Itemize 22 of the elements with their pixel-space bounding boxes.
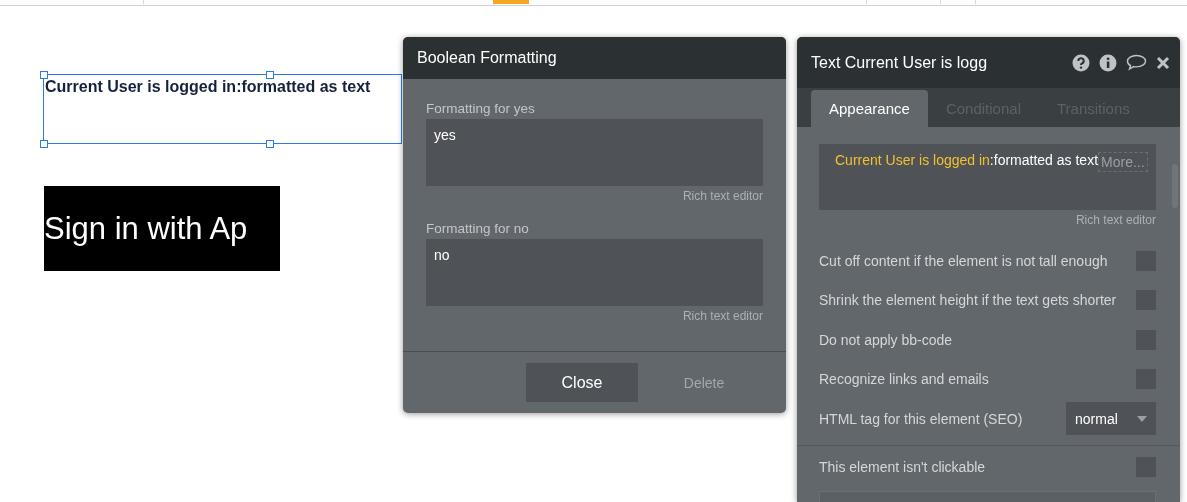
option-label: Recognize links and emails <box>819 371 989 388</box>
expression-text: Current User is logged in:formatted as text <box>835 152 1099 168</box>
field-label: Formatting for yes <box>426 101 535 116</box>
option-label: This element isn't clickable <box>819 459 986 476</box>
option-label: Do not apply bb-code <box>819 331 953 348</box>
editor-hint: Rich text editor <box>682 189 763 203</box>
editor-hint: Rich text editor <box>682 309 763 323</box>
sign-in-button[interactable]: Sign in with Ap <box>44 186 280 271</box>
tag-dropdown[interactable]: normal <box>1066 402 1156 436</box>
dialog-button[interactable]: Close <box>526 363 638 402</box>
option-label: HTML tag for this element (SEO) <box>819 410 1023 427</box>
dialog-title: Boolean Formatting <box>417 49 557 67</box>
tab[interactable]: Appearance <box>811 90 928 127</box>
field-label: Formatting for no <box>426 221 529 236</box>
editor-hint: Rich text editor <box>1075 213 1156 227</box>
rich-text-field[interactable]: yes <box>426 119 763 186</box>
expression-field[interactable]: Current User is logged in:formatted as text More... <box>819 144 1156 210</box>
option-label: Cut off content if the element is not tall enough <box>819 252 1108 269</box>
rich-text-field[interactable]: no <box>426 239 763 306</box>
panel-title: Text Current User is logg <box>811 53 989 72</box>
option-label: Shrink the element height if the text gets shorter <box>819 292 1117 309</box>
text-element: Current User is logged in:formatted as text <box>45 78 371 96</box>
